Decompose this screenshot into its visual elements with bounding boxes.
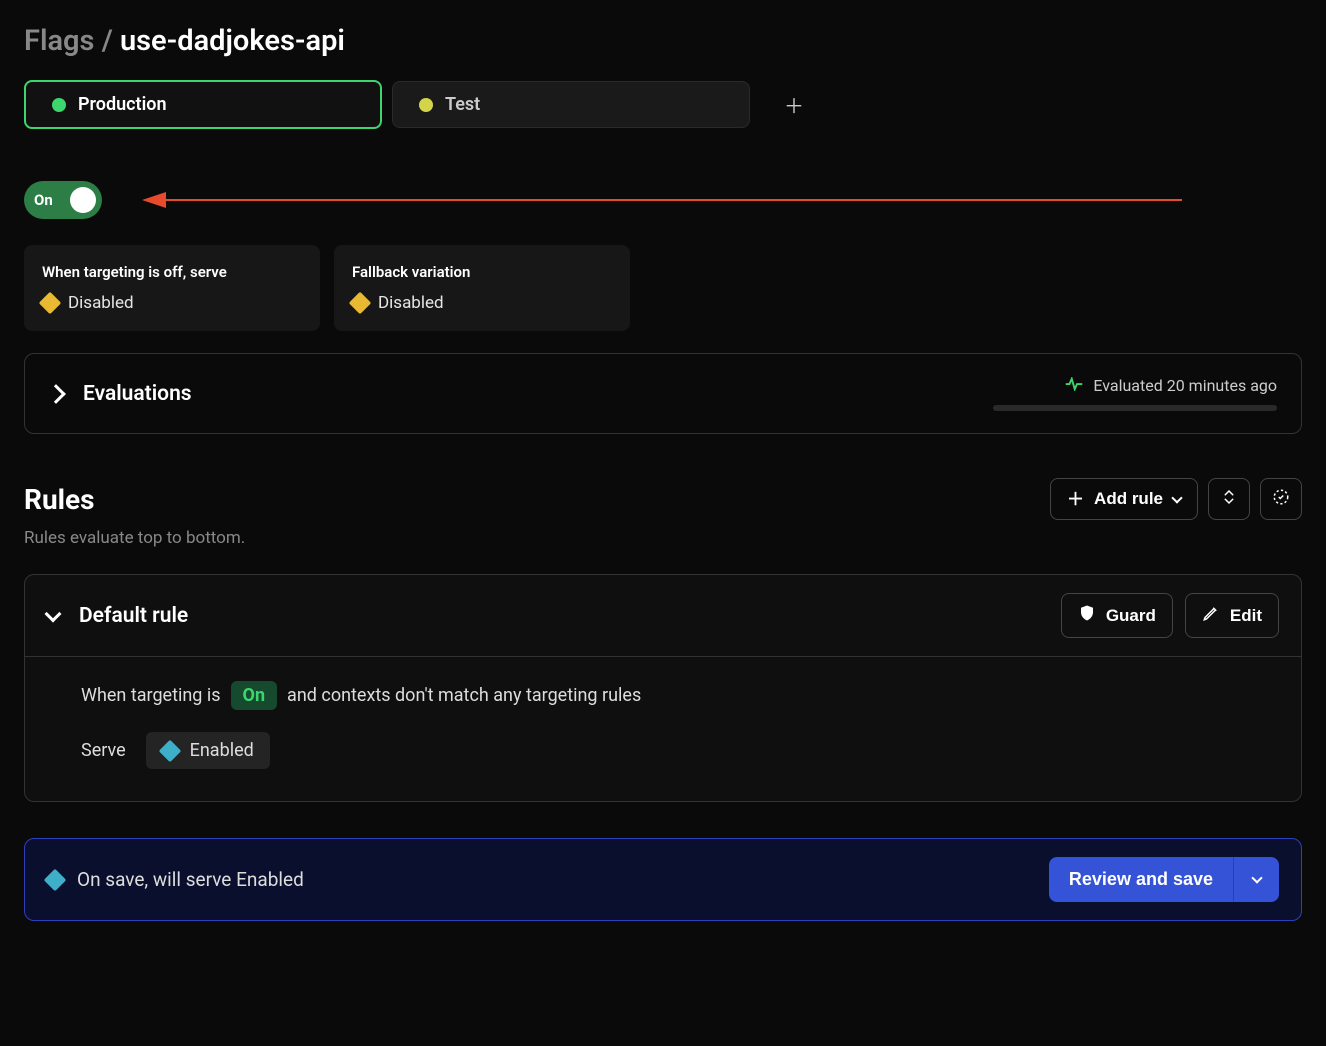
add-rule-label: Add rule [1094,489,1163,509]
pulse-icon [1065,376,1083,395]
edit-button[interactable]: Edit [1185,593,1279,638]
targeting-toggle-row: On [24,181,1302,219]
save-message: On save, will serve Enabled [77,868,304,891]
serve-label: Serve [81,740,126,761]
rule-body: When targeting is On and contexts don't … [25,657,1301,801]
variation-diamond-icon [349,292,372,315]
annotation-arrow-icon [142,190,1182,210]
reorder-rules-button[interactable] [1260,478,1302,520]
review-and-save-button[interactable]: Review and save [1049,857,1233,902]
guard-button[interactable]: Guard [1061,593,1173,638]
breadcrumb-root[interactable]: Flags [24,24,94,58]
variation-diamond-icon [44,868,67,891]
shield-icon [1078,604,1096,627]
chevron-right-icon [46,384,66,404]
rules-actions: ＋ Add rule [1050,478,1302,520]
variation-diamond-icon [39,292,62,315]
rules-subtext: Rules evaluate top to bottom. [24,528,1302,548]
breadcrumb-sep: / [102,24,113,58]
env-status-dot-icon [52,98,66,112]
evaluation-progress-bar [993,405,1277,411]
targeting-toggle[interactable]: On [24,181,102,219]
serve-row: Serve Enabled [81,732,1271,769]
default-rule-panel: Default rule Guard Edit When targeting i… [24,574,1302,802]
evaluation-status: Evaluated 20 minutes ago [993,376,1277,395]
flag-name: use-dadjokes-api [120,24,345,58]
add-environment-button[interactable]: ＋ [776,87,812,123]
chevron-down-icon [1251,872,1262,883]
plus-icon: ＋ [1067,491,1084,508]
serve-variation-label: Enabled [190,740,254,761]
environment-tabs: Production Test ＋ [24,80,1302,129]
card-title: Fallback variation [352,263,612,281]
evaluations-title: Evaluations [83,382,192,406]
on-badge: On [231,681,278,710]
rule-condition: When targeting is On and contexts don't … [81,681,1271,710]
serve-variation-pill[interactable]: Enabled [146,732,270,769]
reorder-icon [1272,488,1290,511]
env-tab-test[interactable]: Test [392,81,750,128]
breadcrumb: Flags / use-dadjokes-api [24,24,1302,58]
env-tab-label: Production [78,94,167,115]
variation-label: Disabled [378,293,444,313]
pencil-icon [1202,604,1220,627]
card-title: When targeting is off, serve [42,263,302,281]
when-prefix: When targeting is [81,685,221,706]
collapse-rules-button[interactable] [1208,478,1250,520]
save-dropdown-button[interactable] [1233,857,1279,902]
edit-label: Edit [1230,606,1262,626]
toggle-knob-icon [70,187,96,213]
env-status-dot-icon [419,98,433,112]
toggle-label: On [34,191,53,209]
off-serve-card[interactable]: When targeting is off, serve Disabled [24,245,320,331]
rule-title: Default rule [79,604,188,628]
env-tab-label: Test [445,94,480,115]
variation-cards: When targeting is off, serve Disabled Fa… [24,245,1302,331]
fallback-card[interactable]: Fallback variation Disabled [334,245,630,331]
evaluations-panel[interactable]: Evaluations Evaluated 20 minutes ago [24,353,1302,434]
rule-header[interactable]: Default rule Guard Edit [25,575,1301,657]
plus-icon: ＋ [784,90,804,119]
rules-header: Rules ＋ Add rule [24,478,1302,520]
collapse-icon [1220,488,1238,511]
variation-label: Disabled [68,293,134,313]
save-banner: On save, will serve Enabled Review and s… [24,838,1302,921]
variation-diamond-icon [158,739,181,762]
chevron-down-icon [1171,492,1182,503]
guard-label: Guard [1106,606,1156,626]
evaluation-status-text: Evaluated 20 minutes ago [1093,376,1277,395]
when-suffix: and contexts don't match any targeting r… [287,685,641,706]
rules-heading: Rules [24,483,95,516]
env-tab-production[interactable]: Production [24,80,382,129]
card-variation: Disabled [42,293,302,313]
add-rule-button[interactable]: ＋ Add rule [1050,478,1198,520]
card-variation: Disabled [352,293,612,313]
chevron-down-icon [45,605,62,622]
